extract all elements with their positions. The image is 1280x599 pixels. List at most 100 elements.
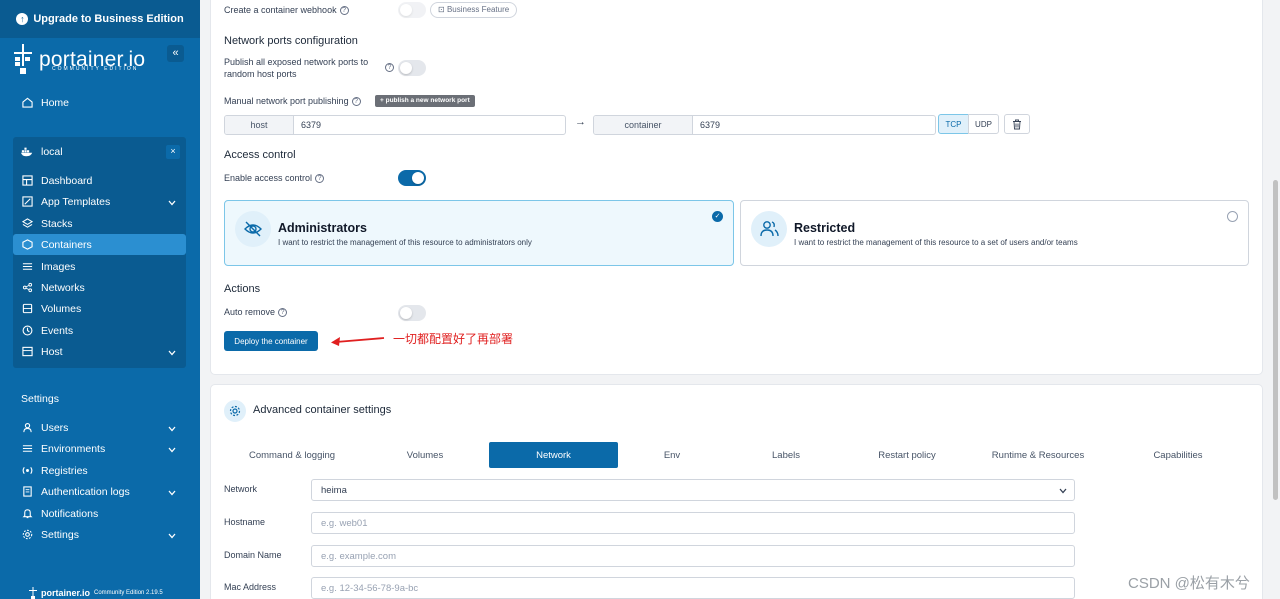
registries-icon bbox=[21, 465, 33, 477]
watermark: CSDN @松有木兮 bbox=[1128, 575, 1250, 592]
footer-brand-name: portainer.io bbox=[41, 588, 91, 598]
remove-port-button[interactable] bbox=[1004, 114, 1030, 134]
sidebar-item-host[interactable]: Host bbox=[13, 341, 186, 362]
sidebar-item-label: Home bbox=[41, 96, 70, 109]
dashboard-icon bbox=[21, 175, 33, 187]
sidebar-item-stacks[interactable]: Stacks bbox=[13, 213, 186, 234]
sidebar-item-networks[interactable]: Networks bbox=[13, 277, 186, 298]
arrow-up-icon: ↑ bbox=[16, 13, 29, 25]
tab-restart-policy[interactable]: Restart policy bbox=[848, 442, 966, 468]
sidebar-item-label: Dashboard bbox=[41, 174, 93, 187]
stacks-icon bbox=[21, 218, 33, 230]
tab-volumes[interactable]: Volumes bbox=[370, 442, 480, 468]
bell-icon bbox=[21, 508, 33, 520]
sidebar-item-notifications[interactable]: Notifications bbox=[13, 503, 186, 524]
sidebar-item-home[interactable]: Home bbox=[13, 92, 186, 113]
sidebar-item-images[interactable]: Images bbox=[13, 256, 186, 277]
host-port-field[interactable]: host 6379 bbox=[224, 115, 566, 135]
networks-icon bbox=[21, 282, 33, 294]
sidebar-item-label: Stacks bbox=[41, 217, 73, 230]
domain-label: Domain Name bbox=[224, 550, 282, 560]
portainer-logo-icon bbox=[12, 44, 34, 76]
chevron-down-icon bbox=[168, 423, 176, 435]
hostname-label: Hostname bbox=[224, 517, 266, 527]
volumes-icon bbox=[21, 303, 33, 315]
close-environment-button[interactable]: × bbox=[166, 145, 180, 159]
hostname-input[interactable]: e.g. web01 bbox=[311, 512, 1075, 534]
upgrade-banner[interactable]: ↑ Upgrade to Business Edition bbox=[0, 0, 200, 38]
environment-local[interactable]: local bbox=[13, 141, 186, 162]
administrators-title: Administrators bbox=[278, 221, 367, 235]
udp-button[interactable]: UDP bbox=[968, 114, 999, 134]
tab-capabilities[interactable]: Capabilities bbox=[1110, 442, 1246, 468]
sidebar-item-registries[interactable]: Registries bbox=[13, 460, 186, 481]
portainer-logo[interactable]: portainer.io COMMUNITY EDITION bbox=[12, 44, 145, 76]
webhook-toggle[interactable] bbox=[398, 2, 426, 18]
sidebar-item-label: Users bbox=[41, 421, 69, 434]
briefcase-icon: ⊡ bbox=[438, 5, 445, 14]
sidebar-item-volumes[interactable]: Volumes bbox=[13, 298, 186, 319]
sidebar-item-label: Environments bbox=[41, 442, 106, 455]
tab-network[interactable]: Network bbox=[489, 442, 618, 468]
arrow-right-icon: → bbox=[575, 116, 586, 128]
access-control-title: Access control bbox=[224, 149, 296, 161]
tab-env[interactable]: Env bbox=[620, 442, 724, 468]
host-port-value[interactable]: 6379 bbox=[294, 116, 565, 134]
tab-command-logging[interactable]: Command & logging bbox=[224, 442, 360, 468]
tcp-button[interactable]: TCP bbox=[938, 114, 969, 134]
help-icon[interactable]: ? bbox=[278, 308, 288, 318]
publish-all-toggle[interactable] bbox=[398, 60, 426, 76]
collapse-sidebar-button[interactable]: « bbox=[167, 45, 184, 62]
restricted-radio[interactable] bbox=[1227, 211, 1238, 222]
tab-runtime-resources[interactable]: Runtime & Resources bbox=[980, 442, 1096, 468]
sidebar-item-label: Volumes bbox=[41, 302, 82, 315]
container-port-field[interactable]: container 6379 bbox=[593, 115, 936, 135]
publish-all-label: Publish all exposed network ports to ran… bbox=[224, 57, 369, 79]
publish-new-port-button[interactable]: + publish a new network port bbox=[375, 95, 475, 107]
sidebar-item-users[interactable]: Users bbox=[13, 417, 186, 438]
scrollbar-thumb[interactable] bbox=[1273, 180, 1278, 500]
chevron-down-icon bbox=[168, 347, 176, 359]
mac-input[interactable]: e.g. 12-34-56-78-9a-bc bbox=[311, 577, 1075, 599]
restricted-desc: I want to restrict the management of thi… bbox=[794, 238, 1078, 247]
access-control-toggle[interactable] bbox=[398, 170, 426, 186]
administrators-radio[interactable]: ✓ bbox=[712, 211, 723, 222]
auto-remove-text: Auto remove bbox=[224, 307, 276, 317]
manual-publish-label: Manual network port publishing? bbox=[224, 96, 361, 107]
sidebar-item-containers[interactable]: Containers bbox=[13, 234, 186, 255]
sidebar-item-settings[interactable]: Settings bbox=[13, 524, 186, 545]
chevron-down-icon bbox=[168, 530, 176, 542]
sidebar-item-label: Events bbox=[41, 324, 74, 337]
administrators-option[interactable]: Administrators I want to restrict the ma… bbox=[224, 200, 734, 266]
restricted-title: Restricted bbox=[794, 221, 856, 235]
sidebar-item-authentication-logs[interactable]: Authentication logs bbox=[13, 481, 186, 502]
network-select[interactable]: heima bbox=[311, 479, 1075, 501]
restricted-option[interactable]: Restricted I want to restrict the manage… bbox=[740, 200, 1249, 266]
auto-remove-toggle[interactable] bbox=[398, 305, 426, 321]
help-icon[interactable]: ? bbox=[315, 174, 325, 184]
help-icon[interactable]: ? bbox=[339, 6, 349, 16]
tab-labels[interactable]: Labels bbox=[732, 442, 840, 468]
sidebar-item-app-templates[interactable]: App Templates bbox=[13, 191, 186, 212]
environments-icon bbox=[21, 443, 33, 455]
container-port-value[interactable]: 6379 bbox=[693, 116, 935, 134]
sidebar-item-events[interactable]: Events bbox=[13, 320, 186, 341]
containers-icon bbox=[21, 239, 33, 251]
advanced-settings-title: Advanced container settings bbox=[253, 404, 392, 416]
container-addon: container bbox=[594, 116, 693, 134]
templates-icon bbox=[21, 196, 33, 208]
deploy-container-button[interactable]: Deploy the container bbox=[224, 331, 318, 351]
environment-name: local bbox=[41, 145, 63, 158]
sidebar-item-label: App Templates bbox=[41, 195, 111, 208]
upgrade-label: Upgrade to Business Edition bbox=[33, 13, 184, 25]
help-icon[interactable]: ? bbox=[351, 97, 361, 107]
help-icon[interactable]: ? bbox=[385, 63, 394, 72]
sidebar-item-dashboard[interactable]: Dashboard bbox=[13, 170, 186, 191]
sidebar: ↑ Upgrade to Business Edition portainer.… bbox=[0, 0, 200, 599]
docker-icon bbox=[21, 146, 33, 158]
domain-input[interactable]: e.g. example.com bbox=[311, 545, 1075, 567]
sidebar-item-environments[interactable]: Environments bbox=[13, 438, 186, 459]
webhook-label: Create a container webhook? bbox=[224, 5, 349, 16]
manual-publish-text: Manual network port publishing bbox=[224, 96, 349, 106]
footer-edition: Community Edition 2.19.5 bbox=[94, 590, 163, 596]
